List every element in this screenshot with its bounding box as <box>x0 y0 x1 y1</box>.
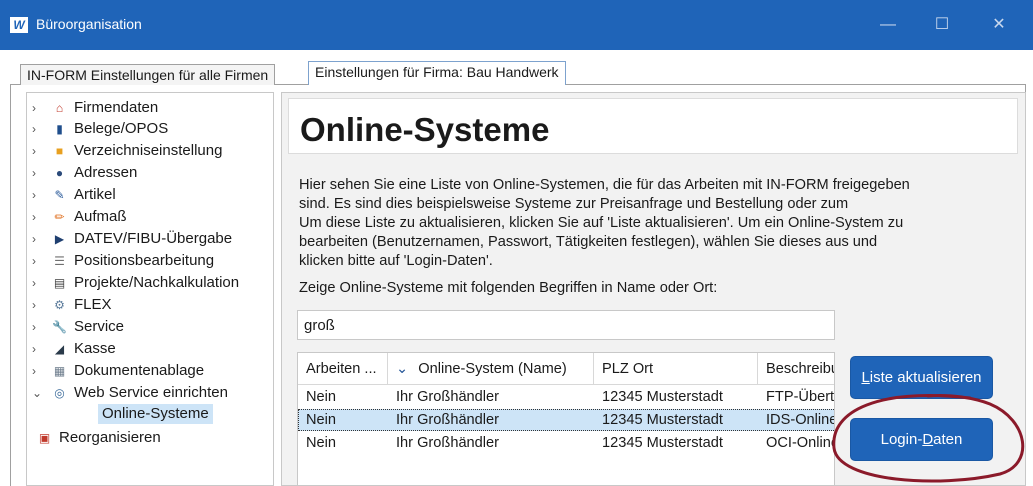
description-line: Um diese Liste zu aktualisieren, klicken… <box>299 215 904 231</box>
chevron-right-icon[interactable]: › <box>32 361 44 381</box>
tree-item-label: Projekte/Nachkalkulation <box>74 274 240 291</box>
tab-company-settings[interactable]: Einstellungen für Firma: Bau Handwerk <box>308 61 566 85</box>
column-header-beschreibung[interactable]: Beschreibung <box>758 353 834 385</box>
tree-item-label: Belege/OPOS <box>74 120 169 137</box>
online-systems-table[interactable]: Arbeiten ... ⌄ Online-System (Name) PLZ … <box>297 352 835 486</box>
chevron-right-icon[interactable]: › <box>32 317 44 337</box>
close-button[interactable]: ✕ <box>985 13 1013 37</box>
gears-icon: ⚙ <box>54 298 65 312</box>
window-title: Büroorganisation <box>36 16 142 32</box>
chevron-right-icon[interactable]: › <box>32 98 44 118</box>
cell-name: Ihr Großhändler <box>396 412 500 428</box>
cell-plz-ort: 12345 Musterstadt <box>602 412 723 428</box>
chevron-right-icon[interactable]: › <box>32 273 44 293</box>
login-data-button[interactable]: Login-Daten <box>850 418 993 461</box>
chevron-right-icon[interactable]: › <box>32 163 44 183</box>
search-input[interactable] <box>297 310 835 340</box>
button-label: iste aktualisieren <box>869 369 982 386</box>
cell-beschreibung: IDS-Online <box>766 412 835 428</box>
cell-name: Ihr Großhändler <box>396 435 500 451</box>
app-logo-icon: W <box>10 17 28 33</box>
maximize-button[interactable]: ☐ <box>928 13 956 37</box>
chevron-right-icon[interactable]: › <box>32 339 44 359</box>
filter-label: Zeige Online-Systeme mit folgenden Begri… <box>299 280 718 296</box>
reorganize-icon: ▣ <box>38 431 51 445</box>
accelerator-key: L <box>861 369 870 386</box>
archive-icon: ▦ <box>53 364 66 378</box>
chevron-right-icon[interactable]: › <box>32 119 44 139</box>
chevron-right-icon[interactable]: › <box>32 295 44 315</box>
table-row[interactable]: Nein Ihr Großhändler 12345 Musterstadt F… <box>298 386 835 408</box>
description-line: klicken bitte auf 'Login-Daten'. <box>299 253 493 269</box>
page-title-box: Online-Systeme <box>288 98 1018 154</box>
tree-item-label: Artikel <box>74 186 116 203</box>
list-icon: ☰ <box>54 254 65 268</box>
tree-item-label: Kasse <box>74 340 116 357</box>
description-line: sind. Es sind dies beispielsweise System… <box>299 196 849 212</box>
cell-plz-ort: 12345 Musterstadt <box>602 435 723 451</box>
cell-name: Ihr Großhändler <box>396 389 500 405</box>
document-icon: ▮ <box>56 122 63 136</box>
wrench-icon: 🔧 <box>52 320 67 334</box>
tree-item-label: Dokumentenablage <box>74 362 205 379</box>
column-header-label: Online-System (Name) <box>418 361 567 377</box>
cell-arbeiten: Nein <box>306 435 337 451</box>
chevron-right-icon[interactable]: › <box>32 207 44 227</box>
home-icon: ⌂ <box>55 101 64 115</box>
chevron-right-icon[interactable]: › <box>32 141 44 161</box>
globe-icon: ◎ <box>54 386 65 400</box>
tree-item-label: Verzeichniseinstellung <box>74 142 223 159</box>
tree-item-label: DATEV/FIBU-Übergabe <box>74 230 233 247</box>
play-icon: ▶ <box>54 232 65 246</box>
table-row[interactable]: Nein Ihr Großhändler 12345 Musterstadt O… <box>298 432 835 454</box>
cell-beschreibung: FTP-Übertragung <box>766 389 835 405</box>
tree-item-label: Aufmaß <box>74 208 127 225</box>
chevron-down-icon[interactable]: ⌄ <box>32 383 44 403</box>
tree-item-label: Positionsbearbeitung <box>74 252 215 269</box>
description-text: Hier sehen Sie eine Liste von Online-Sys… <box>299 176 999 271</box>
article-icon: ✎ <box>54 188 65 202</box>
tree-item-label: Web Service einrichten <box>74 384 228 401</box>
cash-register-icon: ◢ <box>54 342 65 356</box>
cell-arbeiten: Nein <box>306 412 337 428</box>
chevron-right-icon[interactable]: › <box>32 229 44 249</box>
tree-item-label: FLEX <box>74 296 112 313</box>
tree-item-online-systeme[interactable]: Online-Systeme <box>98 404 213 424</box>
sort-desc-icon: ⌄ <box>396 361 409 377</box>
refresh-list-button[interactable]: Liste aktualisieren <box>850 356 993 399</box>
calculator-icon: ▤ <box>53 276 66 290</box>
tab-global-settings[interactable]: IN-FORM Einstellungen für alle Firmen <box>20 64 276 85</box>
chevron-right-icon[interactable]: › <box>32 185 44 205</box>
button-label: aten <box>933 431 963 448</box>
pencil-icon: ✏ <box>54 210 65 224</box>
folder-icon: ■ <box>55 144 64 158</box>
column-header-arbeiten[interactable]: Arbeiten ... <box>298 353 388 385</box>
accelerator-key: D <box>922 431 934 448</box>
cell-arbeiten: Nein <box>306 389 337 405</box>
tree-item-label: Firmendaten <box>74 99 159 116</box>
minimize-button[interactable]: — <box>874 13 902 37</box>
contacts-icon: ● <box>55 166 64 180</box>
button-label: Login- <box>880 431 923 448</box>
cell-beschreibung: OCI-Online <box>766 435 835 451</box>
description-line: bearbeiten (Benutzernamen, Passwort, Tät… <box>299 234 878 250</box>
page-title: Online-Systeme <box>300 111 550 148</box>
tree-item-label: Adressen <box>74 164 138 181</box>
tree-item-label: Service <box>74 318 125 335</box>
chevron-right-icon[interactable]: › <box>32 251 44 271</box>
cell-plz-ort: 12345 Musterstadt <box>602 389 723 405</box>
tree-item-label: Reorganisieren <box>59 429 161 446</box>
description-line: Hier sehen Sie eine Liste von Online-Sys… <box>299 177 910 193</box>
table-row-selected[interactable]: Nein Ihr Großhändler 12345 Musterstadt I… <box>298 409 835 431</box>
column-header-online-system[interactable]: ⌄ Online-System (Name) <box>388 353 594 385</box>
title-bar: W Büroorganisation — ☐ ✕ <box>0 0 1033 50</box>
column-header-plz-ort[interactable]: PLZ Ort <box>594 353 758 385</box>
